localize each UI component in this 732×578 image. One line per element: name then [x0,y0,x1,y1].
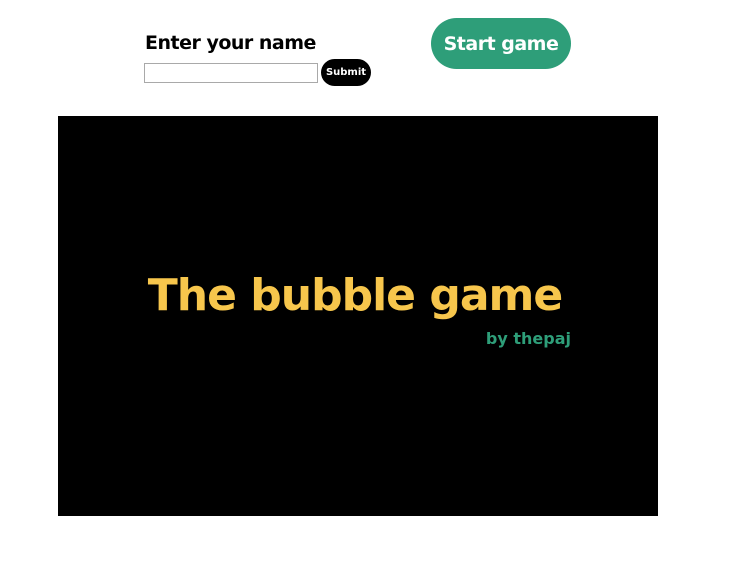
game-byline: by thepaj [485,329,571,348]
name-label: Enter your name [145,32,316,54]
page: Enter your name Submit Start game The bu… [0,0,732,578]
start-game-button[interactable]: Start game [431,18,571,69]
name-input[interactable] [144,63,318,83]
game-canvas[interactable]: The bubble game by thepaj [58,116,658,516]
game-title: The bubble game [147,270,563,321]
submit-button[interactable]: Submit [321,59,371,86]
